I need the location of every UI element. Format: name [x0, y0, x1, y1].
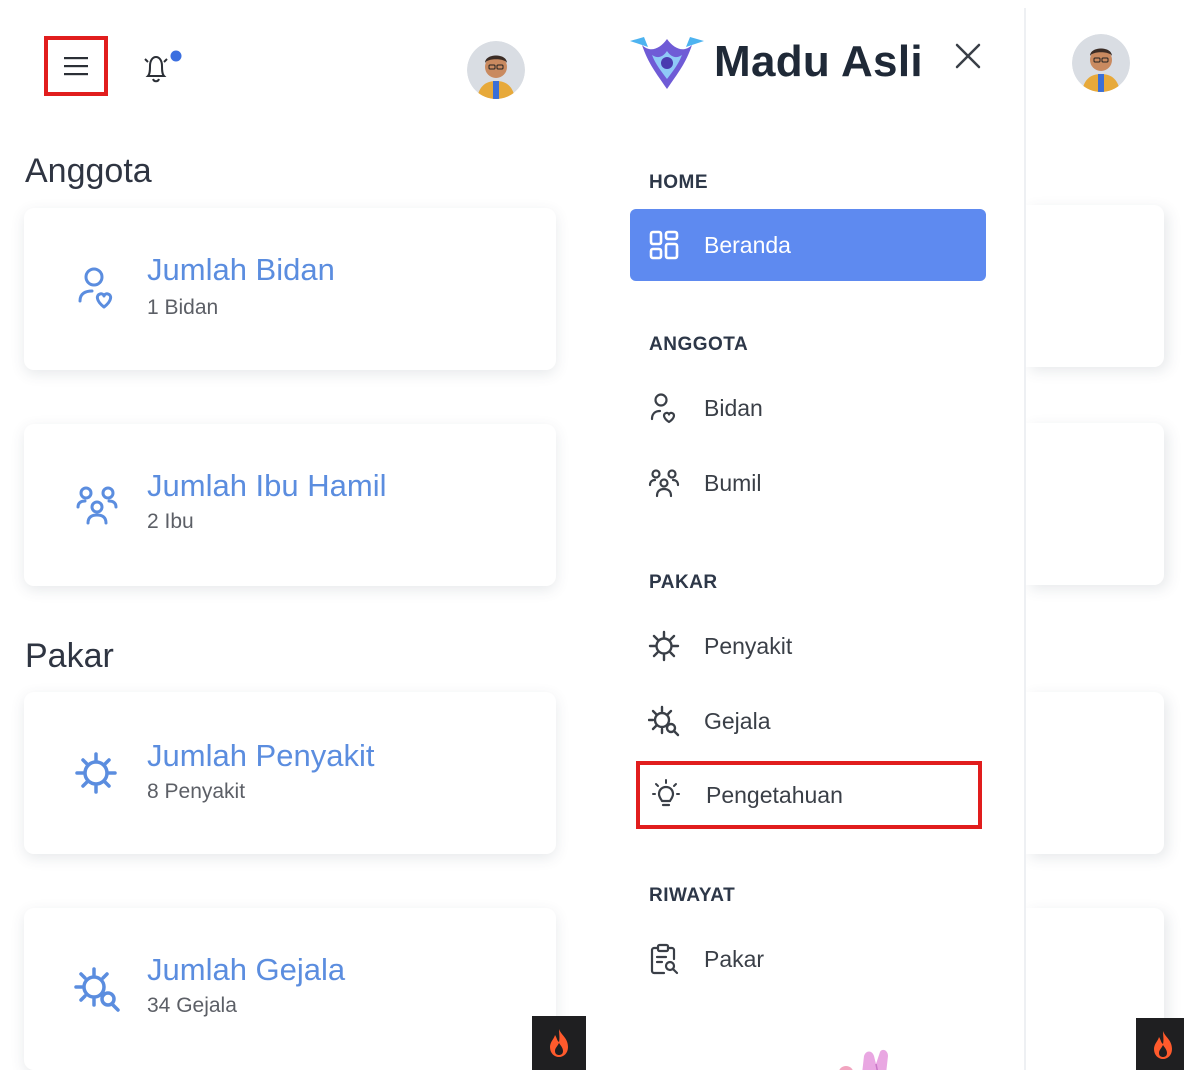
sidebar-item-label: Beranda [704, 231, 791, 258]
sidebar-item-label: Bumil [704, 469, 762, 496]
users-group-icon [648, 469, 680, 498]
virus-search-icon [648, 705, 680, 737]
users-group-icon [76, 486, 118, 525]
section-title-anggota: Anggota [25, 152, 152, 190]
card-title: Jumlah Gejala [147, 952, 346, 987]
sidebar-item-pakar[interactable]: Pakar [630, 928, 986, 990]
virus-icon [648, 630, 680, 662]
close-icon [955, 43, 981, 69]
hamburger-icon [64, 57, 88, 76]
sidebar-item-bidan[interactable]: Bidan [630, 377, 986, 439]
brand[interactable]: Madu Asli [628, 33, 923, 91]
menu-heading-riwayat: RIWAYAT [649, 885, 736, 906]
sidebar-item-penyakit[interactable]: Penyakit [630, 615, 986, 677]
dashboard-pane: Anggota Jumlah Bidan 1 Bidan Jumlah Ibu … [0, 0, 586, 1070]
menu-toggle-button[interactable] [44, 36, 108, 96]
underlying-card [1026, 205, 1164, 367]
avatar-icon [467, 41, 525, 99]
section-title-pakar: Pakar [25, 637, 114, 675]
stat-card-ibu-hamil[interactable]: Jumlah Ibu Hamil 2 Ibu [24, 424, 556, 586]
card-title: Jumlah Ibu Hamil [147, 468, 387, 503]
underlying-card [1026, 423, 1164, 585]
logo-icon [630, 37, 704, 89]
flame-icon [1154, 1031, 1172, 1059]
user-heart-icon [78, 267, 113, 309]
stat-card-gejala[interactable]: Jumlah Gejala 34 Gejala [24, 908, 556, 1070]
menu-heading-pakar: PAKAR [649, 572, 718, 593]
sidebar-item-label: Gejala [704, 707, 771, 734]
sidebar-item-label: Pakar [704, 945, 765, 972]
bell-icon [144, 50, 182, 83]
floating-action-button[interactable] [1136, 1018, 1184, 1070]
sidebar-item-beranda[interactable]: Beranda [630, 209, 986, 281]
notification-dot [170, 50, 182, 62]
sidebar-drawer: Madu Asli HOME Beranda ANGGOTA Bidan Bum… [606, 0, 1024, 1070]
sidebar-item-label: Bidan [704, 394, 763, 421]
clipboard-search-icon [650, 943, 679, 975]
sidebar-item-pengetahuan[interactable]: Pengetahuan [636, 761, 982, 829]
avatar-icon [1072, 34, 1130, 92]
sidebar-item-label: Pengetahuan [706, 781, 843, 808]
user-avatar[interactable] [1072, 34, 1130, 92]
stat-card-bidan[interactable]: Jumlah Bidan 1 Bidan [24, 208, 556, 370]
underlying-card [1026, 692, 1164, 854]
sidebar-item-bumil[interactable]: Bumil [630, 452, 986, 514]
user-avatar[interactable] [467, 41, 525, 99]
sidebar-item-label: Penyakit [704, 632, 793, 659]
user-heart-icon [650, 393, 676, 424]
dashboard-icon [649, 230, 679, 260]
drawer-edge [1024, 8, 1026, 1070]
virus-search-icon [74, 967, 120, 1012]
menu-heading-anggota: ANGGOTA [649, 334, 749, 355]
close-drawer-button[interactable] [950, 38, 986, 74]
card-subtitle: 8 Penyakit [147, 780, 246, 803]
card-title: Jumlah Bidan [147, 252, 335, 287]
virus-icon [75, 752, 117, 794]
lightbulb-icon [652, 779, 680, 807]
card-subtitle: 34 Gejala [147, 994, 237, 1017]
dashboard-pane-with-drawer: Madu Asli HOME Beranda ANGGOTA Bidan Bum… [606, 0, 1184, 1070]
card-subtitle: 2 Ibu [147, 510, 194, 533]
brand-name: Madu Asli [714, 37, 923, 86]
card-title: Jumlah Penyakit [147, 738, 375, 773]
illustration-peek [839, 1049, 888, 1070]
flame-icon [550, 1029, 568, 1057]
menu-heading-home: HOME [649, 172, 708, 193]
floating-action-button[interactable] [532, 1016, 586, 1070]
notification-button[interactable] [140, 50, 182, 86]
sidebar-item-gejala[interactable]: Gejala [630, 690, 986, 752]
stat-card-penyakit[interactable]: Jumlah Penyakit 8 Penyakit [24, 692, 556, 854]
card-subtitle: 1 Bidan [147, 296, 219, 319]
